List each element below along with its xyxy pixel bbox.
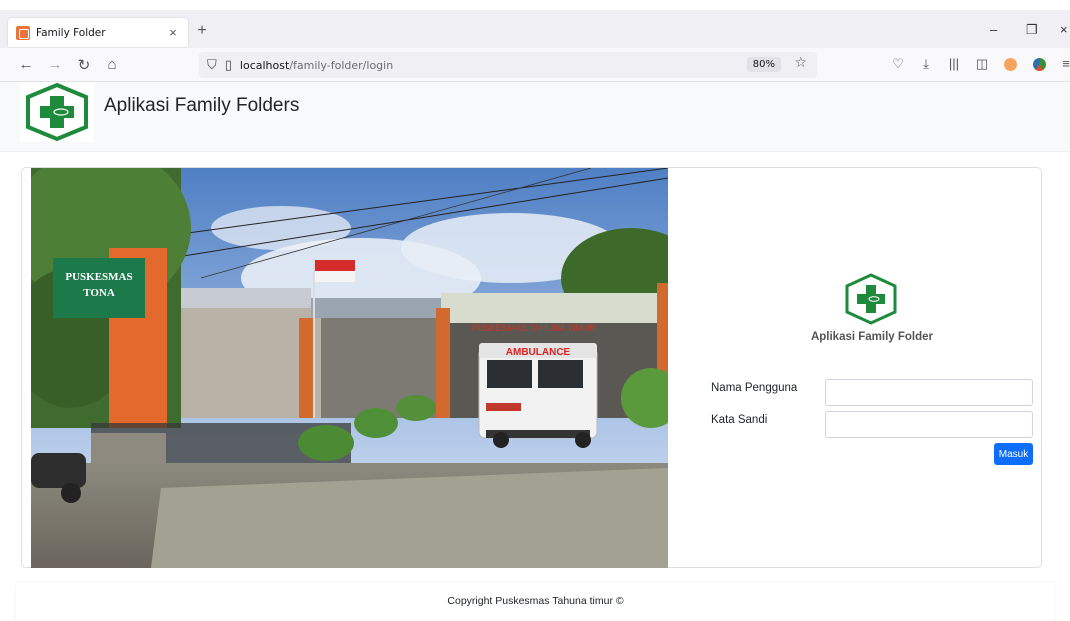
copyright-text: Copyright Puskesmas Tahuna timur © bbox=[447, 595, 624, 607]
page-icon: ▯ bbox=[224, 57, 232, 73]
browser-tab-bar: Family Folder × + – ❐ × bbox=[0, 10, 1070, 48]
username-label: Nama Pengguna bbox=[711, 382, 798, 394]
app-logo[interactable] bbox=[20, 82, 94, 142]
home-icon[interactable]: ⌂ bbox=[103, 56, 121, 73]
url-bar[interactable]: ⛉ ▯ localhost/family-folder/login 80% ☆ bbox=[199, 52, 817, 78]
download-icon[interactable]: ⤓ bbox=[918, 56, 934, 72]
new-tab-button[interactable]: + bbox=[194, 22, 210, 40]
puskesmas-photo: PUSKESMAS TAHUNA TIMUR PUSKESMAS TONA AM… bbox=[31, 168, 668, 568]
minimize-button[interactable]: – bbox=[990, 22, 997, 37]
form-logo bbox=[843, 273, 899, 325]
star-icon[interactable]: ☆ bbox=[794, 55, 807, 71]
shield-icon[interactable]: ⛉ bbox=[207, 58, 217, 73]
library-icon[interactable]: ||| bbox=[946, 56, 962, 71]
login-button[interactable]: Masuk bbox=[994, 443, 1033, 465]
tab-close-icon[interactable]: × bbox=[166, 25, 180, 40]
globe-icon[interactable] bbox=[1033, 58, 1046, 71]
restore-button[interactable]: ❐ bbox=[1026, 22, 1038, 38]
password-label: Kata Sandi bbox=[711, 414, 768, 426]
pocket-icon[interactable]: ♡ bbox=[890, 56, 906, 72]
form-heading: Aplikasi Family Folder bbox=[810, 331, 934, 343]
building-label: PUSKESMAS TAHUNA TIMUR bbox=[471, 323, 597, 333]
browser-nav-bar: ← → ↻ ⌂ ⛉ ▯ localhost/family-folder/logi… bbox=[0, 48, 1070, 82]
reload-icon[interactable]: ↻ bbox=[75, 56, 93, 74]
footer: Copyright Puskesmas Tahuna timur © bbox=[16, 583, 1055, 621]
back-icon[interactable]: ← bbox=[17, 56, 35, 73]
sign-subtitle: TONA bbox=[83, 287, 115, 299]
app-header: Aplikasi Family Folders bbox=[0, 82, 1070, 152]
sidebar-icon[interactable]: ◫ bbox=[974, 56, 990, 72]
extension-icon[interactable] bbox=[1004, 58, 1017, 71]
forward-icon[interactable]: → bbox=[46, 56, 64, 73]
sign-title: PUSKESMAS bbox=[65, 271, 132, 283]
url-path: /family-folder/login bbox=[289, 58, 394, 72]
ambulance-label: AMBULANCE bbox=[506, 347, 571, 358]
login-card: PUSKESMAS TAHUNA TIMUR PUSKESMAS TONA AM… bbox=[21, 167, 1042, 568]
browser-tab[interactable]: Family Folder × bbox=[8, 18, 188, 47]
menu-icon[interactable]: ≡ bbox=[1058, 56, 1070, 71]
username-input[interactable] bbox=[825, 379, 1033, 406]
app-title: Aplikasi Family Folders bbox=[104, 95, 300, 116]
url-host: localhost bbox=[239, 58, 290, 72]
tab-title: Family Folder bbox=[36, 26, 106, 39]
favicon-icon bbox=[16, 25, 30, 40]
close-window-button[interactable]: × bbox=[1060, 22, 1068, 37]
password-input[interactable] bbox=[825, 411, 1033, 438]
zoom-badge[interactable]: 80% bbox=[746, 57, 781, 72]
